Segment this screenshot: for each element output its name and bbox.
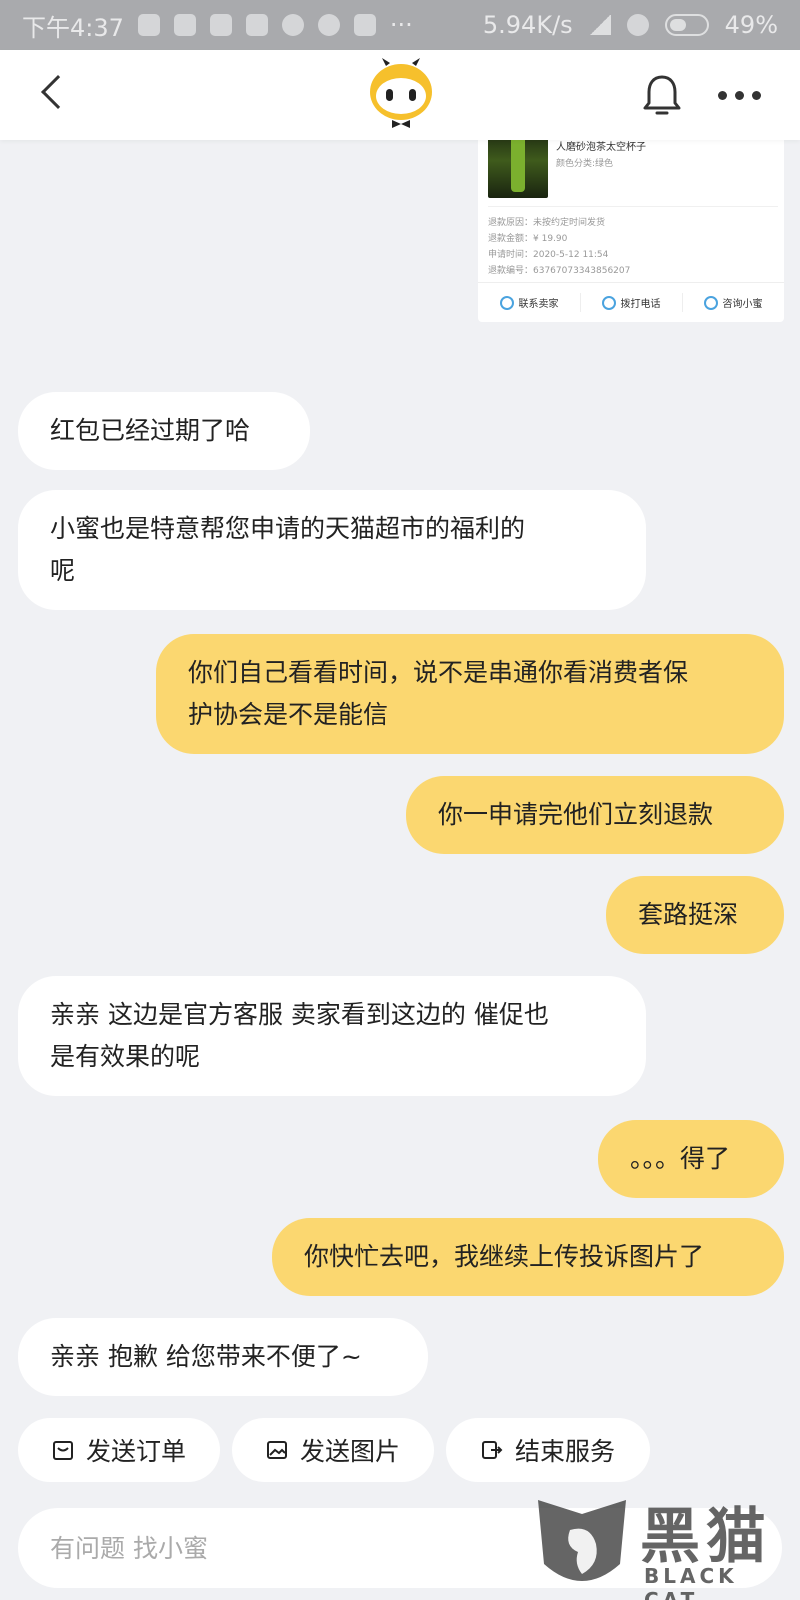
contact-seller-label: 联系卖家: [518, 299, 559, 310]
battery-icon: [664, 14, 709, 36]
product-spec: 颜色分类:绿色: [556, 159, 614, 169]
message-user: 。。。得了: [598, 1120, 784, 1198]
message-user: 你们自己看看时间，说不是串通你看消费者保 护协会是不是能信: [156, 634, 784, 754]
product-bottle: [511, 136, 525, 192]
call-phone-label: 拨打电话: [620, 299, 661, 310]
send-order-label: 发送订单: [85, 1437, 186, 1466]
card-actions: 联系卖家 拨打电话 咨询小蜜: [478, 282, 784, 322]
cat-shield-icon: [538, 1500, 626, 1581]
message-text-line: 呢: [50, 556, 76, 585]
image-icon: [266, 1441, 287, 1459]
alipay-icon: [245, 14, 268, 36]
alipay-icon: [353, 14, 376, 36]
status-bar: 下午4:37 ··· 5.94K/s 49%: [0, 0, 800, 50]
back-button[interactable]: [36, 72, 80, 116]
mascot-logo-icon: [370, 58, 432, 128]
contact-seller-button[interactable]: 联系卖家: [478, 283, 580, 322]
message-text-line: 护协会是不是能信: [188, 700, 389, 729]
refund-reason: 退款原因：未按约定时间发货: [488, 218, 606, 228]
video-icon: [281, 14, 304, 36]
battery-level: 49%: [724, 11, 778, 39]
more-notifications-icon: ···: [389, 11, 413, 39]
refund-order-card[interactable]: 人磨砂泡茶太空杯子 颜色分类:绿色 退款原因：未按约定时间发货 退款金额：¥ 1…: [478, 110, 784, 322]
message-icon: [209, 14, 232, 36]
refund-amount: 退款金额：¥ 19.90: [488, 234, 568, 244]
message-user: 你快忙去吧，我继续上传投诉图片了: [272, 1218, 784, 1296]
message-text: 套路挺深: [638, 900, 739, 929]
message-text: 红包已经过期了哈: [50, 416, 251, 445]
message-text-line: 亲亲 这边是官方客服 卖家看到这边的 催促也: [50, 1000, 549, 1029]
send-order-button[interactable]: 发送订单: [18, 1418, 220, 1482]
message-text: 你一申请完他们立刻退款: [438, 800, 714, 829]
refund-number: 退款编号：63767073343856207: [488, 266, 631, 276]
end-service-button[interactable]: 结束服务: [446, 1418, 650, 1482]
ask-assistant-label: 咨询小蜜: [722, 299, 763, 310]
message-agent: 小蜜也是特意帮您申请的天猫超市的福利的 呢: [18, 490, 646, 610]
message-agent: 红包已经过期了哈: [18, 392, 310, 470]
watermark-text: 黑猫: [640, 1502, 772, 1572]
ask-assistant-button[interactable]: 咨询小蜜: [682, 283, 784, 322]
dot: [718, 90, 727, 100]
mascot-icon: [703, 295, 718, 310]
message-user: 你一申请完他们立刻退款: [406, 776, 784, 854]
dot: [752, 90, 761, 100]
signal-icon: [588, 15, 611, 35]
send-image-label: 发送图片: [299, 1437, 400, 1466]
end-service-label: 结束服务: [514, 1437, 615, 1466]
app-icon: [317, 14, 340, 36]
chat-icon: [499, 295, 514, 310]
message-text-line: 小蜜也是特意帮您申请的天猫超市的福利的: [50, 514, 526, 543]
chevron-left-icon: [41, 75, 75, 109]
refund-info: 退款原因：未按约定时间发货 退款金额：¥ 19.90 申请时间：2020-5-1…: [488, 206, 778, 279]
bell-icon[interactable]: [640, 72, 684, 118]
exit-icon: [481, 1441, 503, 1459]
call-phone-button[interactable]: 拨打电话: [580, 283, 682, 322]
message-text: 亲亲 抱歉 给您带来不便了~: [50, 1342, 362, 1371]
black-cat-watermark: 黑猫 BLACK CAT: [530, 1486, 800, 1600]
message-text-line: 你们自己看看时间，说不是串通你看消费者保: [188, 658, 689, 687]
product-title: 人磨砂泡茶太空杯子: [556, 142, 646, 153]
phone-icon: [601, 295, 616, 310]
message-text-line: 是有效果的呢: [50, 1042, 201, 1071]
dot: [735, 90, 744, 100]
message-user: 套路挺深: [606, 876, 784, 954]
message-text: 。。。得了: [630, 1144, 731, 1173]
message-agent: 亲亲 抱歉 给您带来不便了~: [18, 1318, 428, 1396]
status-time: 下午4:37: [22, 13, 124, 42]
send-image-button[interactable]: 发送图片: [232, 1418, 434, 1482]
order-icon: [52, 1441, 73, 1460]
apply-time: 申请时间：2020-5-12 11:54: [488, 250, 609, 260]
tiktok-icon: [137, 14, 160, 36]
message-text: 你快忙去吧，我继续上传投诉图片了: [304, 1242, 705, 1271]
more-button[interactable]: [718, 80, 764, 110]
network-speed: 5.94K/s: [482, 11, 573, 39]
message-agent: 亲亲 这边是官方客服 卖家看到这边的 催促也 是有效果的呢: [18, 976, 646, 1096]
chat-header: [0, 50, 800, 140]
message-icon: [173, 14, 196, 36]
wifi-icon: [626, 14, 649, 36]
watermark-subtext: BLACK CAT: [644, 1564, 738, 1600]
